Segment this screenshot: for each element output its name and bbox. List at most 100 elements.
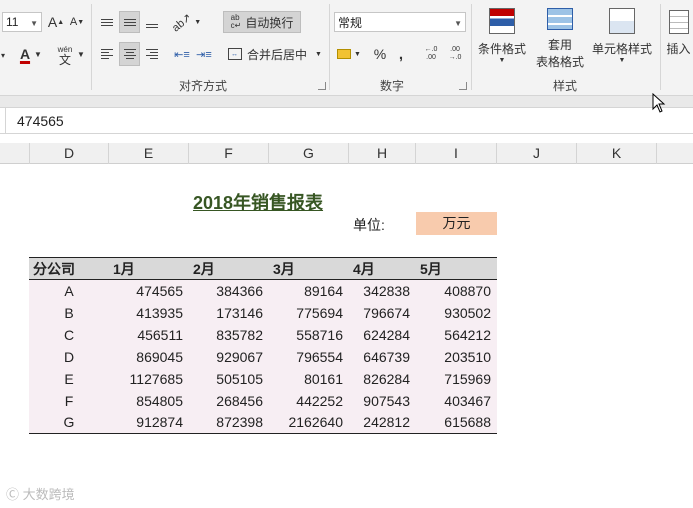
chevron-down-icon[interactable]: ▼ <box>77 48 85 60</box>
decrease-indent-button[interactable]: ⇤≡ <box>172 43 192 65</box>
number-format-combo[interactable]: 常规 ▼ <box>334 12 466 32</box>
column-header-h[interactable]: H <box>349 143 416 164</box>
column-header-k[interactable]: K <box>577 143 657 164</box>
worksheet[interactable]: 2018年销售报表 单位: 万元 分公司 1月 2月 3月 4月 5月 A 474… <box>0 165 693 508</box>
font-grow-button[interactable]: A ▲ <box>47 12 65 32</box>
cell-styles-button[interactable]: 单元格样式 ▼ <box>591 6 653 70</box>
value-cell[interactable]: 872398 <box>189 411 269 434</box>
increase-decimal-button[interactable]: ←.0 .00 <box>420 43 442 65</box>
value-cell[interactable]: 80161 <box>269 367 349 390</box>
header-month[interactable]: 5月 <box>416 257 497 280</box>
font-size-combo[interactable]: 11 ▼ <box>2 12 42 32</box>
unit-value[interactable]: 万元 <box>416 212 497 235</box>
value-cell[interactable]: 775694 <box>269 301 349 324</box>
value-cell[interactable]: 268456 <box>189 389 269 412</box>
column-header-f[interactable]: F <box>189 143 269 164</box>
value-cell[interactable]: 796674 <box>349 301 416 324</box>
company-cell[interactable]: C <box>29 323 109 346</box>
value-cell[interactable]: 342838 <box>349 279 416 302</box>
value-cell[interactable]: 384366 <box>189 279 269 302</box>
align-bottom-icon <box>146 24 158 28</box>
column-header-next[interactable] <box>657 143 693 164</box>
formula-bar[interactable]: 474565 <box>0 107 693 134</box>
value-cell[interactable]: 869045 <box>109 345 189 368</box>
percent-button[interactable]: % <box>370 43 390 65</box>
value-cell[interactable]: 505105 <box>189 367 269 390</box>
column-header-i[interactable]: I <box>416 143 497 164</box>
text-orientation-icon: ab↗ <box>169 10 194 34</box>
number-dialog-launcher-icon[interactable] <box>459 82 467 90</box>
value-cell[interactable]: 456511 <box>109 323 189 346</box>
column-header-e[interactable]: E <box>109 143 189 164</box>
orientation-button[interactable]: ab↗ ▼ <box>169 10 201 34</box>
value-cell[interactable]: 564212 <box>416 323 497 346</box>
font-shrink-button[interactable]: A ▼ <box>68 12 86 32</box>
value-cell[interactable]: 796554 <box>269 345 349 368</box>
column-header-d[interactable]: D <box>30 143 109 164</box>
value-cell[interactable]: 89164 <box>269 279 349 302</box>
mouse-cursor-icon <box>652 93 666 113</box>
value-cell[interactable]: 2162640 <box>269 411 349 434</box>
value-cell[interactable]: 1127685 <box>109 367 189 390</box>
merge-center-button[interactable]: ↔ 合并后居中 ▼ <box>225 43 325 65</box>
header-month[interactable]: 2月 <box>189 257 269 280</box>
sheet-title[interactable]: 2018年销售报表 <box>193 189 323 215</box>
insert-button[interactable]: 插入 <box>664 6 693 70</box>
comma-button[interactable]: , <box>393 43 409 65</box>
value-cell[interactable]: 242812 <box>349 411 416 434</box>
value-cell[interactable]: 173146 <box>189 301 269 324</box>
value-cell[interactable]: 203510 <box>416 345 497 368</box>
row-header-corner[interactable] <box>0 143 30 164</box>
value-cell[interactable]: 408870 <box>416 279 497 302</box>
company-cell[interactable]: G <box>29 411 109 434</box>
align-bottom-button[interactable] <box>142 12 162 32</box>
conditional-format-button[interactable]: 条件格式 ▼ <box>475 6 529 70</box>
value-cell[interactable]: 615688 <box>416 411 497 434</box>
value-cell[interactable]: 474565 <box>109 279 189 302</box>
align-left-button[interactable] <box>97 43 117 65</box>
align-center-button[interactable] <box>119 42 140 66</box>
unit-label[interactable]: 单位: <box>353 215 385 235</box>
decrease-decimal-button[interactable]: .00 →.0 <box>444 43 466 65</box>
company-cell[interactable]: E <box>29 367 109 390</box>
value-cell[interactable]: 442252 <box>269 389 349 412</box>
wrap-text-icon: ab c↵ <box>230 13 242 30</box>
value-cell[interactable]: 930502 <box>416 301 497 324</box>
value-cell[interactable]: 854805 <box>109 389 189 412</box>
value-cell[interactable]: 929067 <box>189 345 269 368</box>
value-cell[interactable]: 558716 <box>269 323 349 346</box>
company-cell[interactable]: A <box>29 279 109 302</box>
company-cell[interactable]: F <box>29 389 109 412</box>
increase-indent-button[interactable]: ⇥≡ <box>194 43 214 65</box>
company-cell[interactable]: B <box>29 301 109 324</box>
align-top-button[interactable] <box>97 12 117 32</box>
value-cell[interactable]: 413935 <box>109 301 189 324</box>
column-header-g[interactable]: G <box>269 143 349 164</box>
value-cell[interactable]: 624284 <box>349 323 416 346</box>
wrap-text-button[interactable]: ab c↵ 自动换行 <box>223 11 301 33</box>
header-month[interactable]: 4月 <box>349 257 416 280</box>
phonetic-button[interactable]: wén 文 <box>54 42 76 68</box>
header-month[interactable]: 3月 <box>269 257 349 280</box>
header-month[interactable]: 1月 <box>109 257 189 280</box>
accounting-format-button[interactable]: ▼ <box>334 43 364 65</box>
currency-icon <box>337 49 352 59</box>
fill-color-dropdown-icon[interactable]: ▾ <box>0 48 6 62</box>
align-right-button[interactable] <box>142 43 162 65</box>
column-header-j[interactable]: J <box>497 143 577 164</box>
company-cell[interactable]: D <box>29 345 109 368</box>
format-as-table-button[interactable]: 套用 表格格式 <box>530 6 590 70</box>
align-dialog-launcher-icon[interactable] <box>318 82 326 90</box>
table-header-row: 分公司 1月 2月 3月 4月 5月 <box>29 257 497 280</box>
value-cell[interactable]: 403467 <box>416 389 497 412</box>
chevron-down-icon[interactable]: ▼ <box>34 48 42 60</box>
formula-bar-value[interactable]: 474565 <box>17 113 64 129</box>
align-middle-button[interactable] <box>119 11 140 33</box>
value-cell[interactable]: 835782 <box>189 323 269 346</box>
value-cell[interactable]: 715969 <box>416 367 497 390</box>
value-cell[interactable]: 646739 <box>349 345 416 368</box>
value-cell[interactable]: 907543 <box>349 389 416 412</box>
value-cell[interactable]: 826284 <box>349 367 416 390</box>
header-company[interactable]: 分公司 <box>29 257 109 280</box>
value-cell[interactable]: 912874 <box>109 411 189 434</box>
